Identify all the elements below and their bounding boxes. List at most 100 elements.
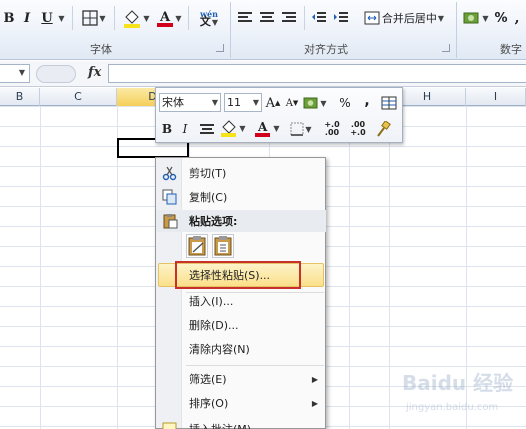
paste-option-formulas[interactable]: [186, 234, 208, 258]
bold-button[interactable]: B: [160, 119, 174, 139]
italic-button[interactable]: I: [20, 7, 34, 29]
alignment-dialog-launcher-icon[interactable]: [442, 44, 450, 52]
font-color-icon: A: [255, 120, 271, 137]
menu-item-label: 插入批注(M): [189, 421, 251, 429]
accounting-format-icon: [463, 12, 479, 24]
align-center-button[interactable]: [258, 7, 276, 29]
paintbrush-icon: [377, 121, 391, 137]
decrease-decimal-button[interactable]: .00 +.0: [346, 119, 370, 139]
table-format-icon: [381, 96, 397, 110]
accounting-format-icon: [303, 97, 318, 109]
baidu-logo-icon: Baidu 经验 jingyan.baidu.com: [402, 371, 513, 413]
font-name-combo[interactable]: 宋体 ▼: [159, 93, 221, 112]
merge-center-button[interactable]: 合并后居中 ▼: [358, 7, 450, 29]
increase-indent-button[interactable]: [332, 7, 350, 29]
menu-item-label: 复制(C): [189, 191, 228, 204]
comment-icon: [162, 422, 177, 429]
font-size-combo[interactable]: 11 ▼: [224, 93, 262, 112]
borders-button[interactable]: ▼: [80, 7, 108, 29]
menu-item-insert[interactable]: 插入(I)...: [156, 290, 326, 312]
merge-cells-icon: [364, 11, 380, 25]
bold-button[interactable]: B: [2, 7, 16, 29]
font-color-icon: A: [157, 10, 174, 27]
decrease-indent-button[interactable]: [310, 7, 328, 29]
font-size-value: 11: [227, 96, 241, 109]
menu-item-delete[interactable]: 删除(D)...: [156, 314, 326, 336]
column-header-c[interactable]: C: [40, 88, 117, 106]
underline-dropdown[interactable]: ▼: [56, 7, 66, 29]
fill-color-button[interactable]: ▼: [120, 7, 152, 29]
font-color-button[interactable]: A ▼: [154, 7, 184, 29]
comma-button[interactable]: ,: [362, 91, 372, 111]
menu-item-paste-options: 粘贴选项:: [156, 210, 326, 232]
watermark-text: Baidu 经验: [402, 371, 513, 395]
paste-icon: [163, 214, 178, 229]
formula-bar-resize-handle[interactable]: [36, 65, 76, 83]
comma-button[interactable]: ,: [510, 7, 524, 29]
shrink-font-button[interactable]: A ▼: [285, 93, 299, 113]
increase-decimal-button[interactable]: +.0 .00: [320, 119, 344, 139]
column-header-b[interactable]: B: [0, 88, 40, 106]
font-dialog-launcher-icon[interactable]: [216, 44, 224, 52]
font-color-button[interactable]: A ▼: [254, 118, 280, 138]
number-group-label: 数字: [500, 43, 522, 56]
accounting-format-button[interactable]: ▼: [303, 93, 327, 113]
svg-text:A: A: [159, 10, 171, 25]
fill-color-button[interactable]: ▼: [220, 118, 246, 138]
center-align-button[interactable]: [198, 119, 216, 139]
format-painter-table-button[interactable]: [380, 93, 398, 113]
fill-bucket-icon: [124, 10, 141, 28]
menu-item-label: 排序(O): [189, 397, 229, 410]
align-left-button[interactable]: [236, 7, 254, 29]
chevron-down-icon[interactable]: ▼: [212, 94, 218, 111]
paste-option-buttons: [186, 234, 234, 260]
grid-line: [40, 106, 41, 429]
name-box-dropdown-icon[interactable]: ▼: [19, 68, 25, 77]
group-separator: [230, 2, 231, 58]
menu-separator: [186, 365, 324, 366]
grid-line: [389, 106, 390, 429]
menu-item-label: 剪切(T): [189, 167, 227, 180]
separator: [114, 6, 115, 30]
accounting-format-button[interactable]: ▼: [462, 7, 490, 29]
insert-function-button[interactable]: fx: [88, 65, 101, 80]
phonetic-button[interactable]: wén 文▼: [194, 7, 224, 29]
menu-item-clear-contents[interactable]: 清除内容(N): [156, 338, 326, 360]
font-group-label: 字体: [90, 43, 112, 56]
menu-item-label: 粘贴选项:: [189, 215, 238, 228]
menu-item-label: 插入(I)...: [189, 295, 234, 308]
font-name-value: 宋体: [162, 96, 184, 109]
grow-font-button[interactable]: A ▲: [265, 93, 281, 113]
ribbon: B I U ▼ ▼ ▼ A ▼ wén 文▼ 字体 合并后居中 ▼ 对齐方式 ▼…: [0, 0, 526, 60]
italic-button[interactable]: I: [178, 119, 192, 139]
separator: [72, 6, 73, 30]
underline-button[interactable]: U: [40, 7, 54, 29]
scissors-icon: [162, 166, 177, 181]
paste-values-icon: [214, 236, 232, 256]
format-painter-button[interactable]: [374, 119, 392, 139]
merge-center-label: 合并后居中: [381, 12, 437, 25]
name-box[interactable]: ▼: [0, 64, 30, 83]
menu-item-label: 筛选(E): [189, 373, 227, 386]
menu-item-cut[interactable]: 剪切(T): [156, 162, 326, 184]
percent-button[interactable]: %: [494, 7, 508, 29]
formula-bar: ▼ fx: [0, 61, 526, 87]
formula-input[interactable]: [108, 64, 526, 83]
percent-button[interactable]: %: [338, 93, 352, 113]
annotation-red-box: [175, 261, 301, 289]
align-right-button[interactable]: [280, 7, 298, 29]
menu-item-filter[interactable]: 筛选(E) ▶: [156, 368, 326, 390]
context-menu: 剪切(T) 复制(C) 粘贴选项: 选择性粘贴(S)... 插入(I)... 删…: [155, 157, 326, 429]
menu-item-insert-comment[interactable]: 插入批注(M): [156, 418, 326, 429]
borders-icon: [290, 122, 304, 136]
paste-option-values[interactable]: [212, 234, 234, 258]
column-header-i[interactable]: I: [466, 88, 526, 106]
chevron-down-icon[interactable]: ▼: [253, 94, 259, 111]
menu-item-sort[interactable]: 排序(O) ▶: [156, 392, 326, 414]
submenu-arrow-icon: ▶: [311, 398, 318, 408]
paste-formulas-icon: [188, 236, 206, 256]
copy-icon: [162, 189, 177, 205]
menu-item-copy[interactable]: 复制(C): [156, 186, 326, 208]
borders-button[interactable]: ▼: [288, 119, 314, 139]
group-separator: [456, 2, 457, 58]
